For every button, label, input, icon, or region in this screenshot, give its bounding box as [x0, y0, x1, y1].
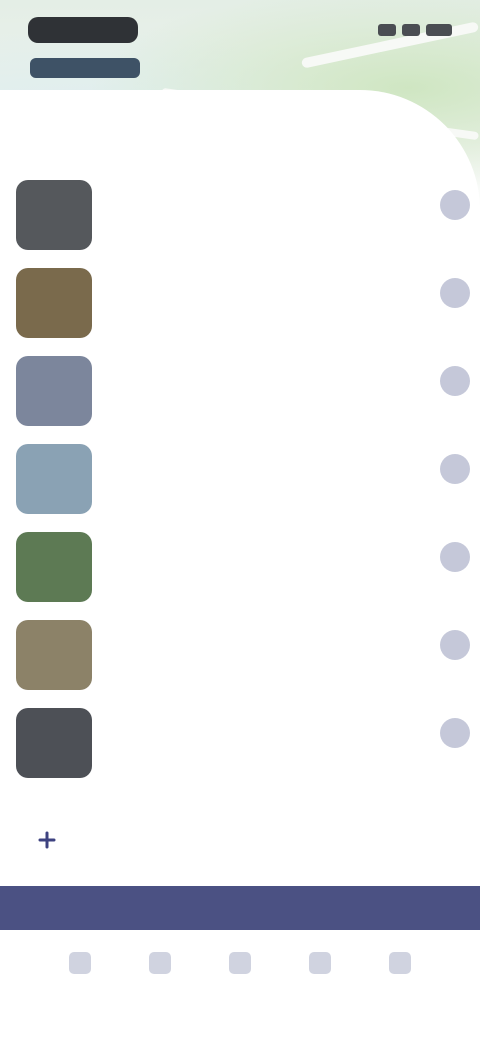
tab-map[interactable]	[134, 952, 186, 1008]
list-icon	[229, 952, 251, 974]
chevron-right-icon[interactable]	[440, 190, 470, 220]
place-thumbnail	[16, 356, 92, 426]
status-time	[28, 17, 138, 43]
list-item[interactable]	[0, 434, 480, 522]
signal-icon	[378, 24, 396, 36]
list-item[interactable]	[0, 522, 480, 610]
tab-bar	[0, 930, 480, 1040]
list-item[interactable]	[0, 258, 480, 346]
status-bar	[0, 0, 480, 60]
chevron-right-icon[interactable]	[440, 718, 470, 748]
place-thumbnail	[16, 708, 92, 778]
place-thumbnail	[16, 268, 92, 338]
place-thumbnail	[16, 620, 92, 690]
list-item[interactable]	[0, 610, 480, 698]
list-item[interactable]	[0, 698, 480, 786]
place-thumbnail	[16, 180, 92, 250]
tab-profile[interactable]	[374, 952, 426, 1008]
bookmark-icon	[309, 952, 331, 974]
place-list	[0, 170, 480, 786]
chevron-right-icon[interactable]	[440, 630, 470, 660]
tab-home[interactable]	[54, 952, 106, 1008]
list-item[interactable]	[0, 170, 480, 258]
wifi-icon	[402, 24, 420, 36]
status-icons	[378, 24, 452, 36]
map-icon	[149, 952, 171, 974]
map-location-pill[interactable]	[30, 58, 140, 78]
tab-list[interactable]	[214, 952, 266, 1008]
chevron-right-icon[interactable]	[440, 542, 470, 572]
home-icon	[69, 952, 91, 974]
chevron-right-icon[interactable]	[440, 278, 470, 308]
chevron-right-icon[interactable]	[440, 366, 470, 396]
tab-bookmark[interactable]	[294, 952, 346, 1008]
plus-icon	[36, 829, 58, 851]
profile-icon	[389, 952, 411, 974]
list-item[interactable]	[0, 346, 480, 434]
battery-icon	[426, 24, 452, 36]
add-row[interactable]	[36, 822, 80, 858]
place-thumbnail	[16, 532, 92, 602]
place-thumbnail	[16, 444, 92, 514]
chevron-right-icon[interactable]	[440, 454, 470, 484]
nav-bar	[0, 886, 480, 930]
